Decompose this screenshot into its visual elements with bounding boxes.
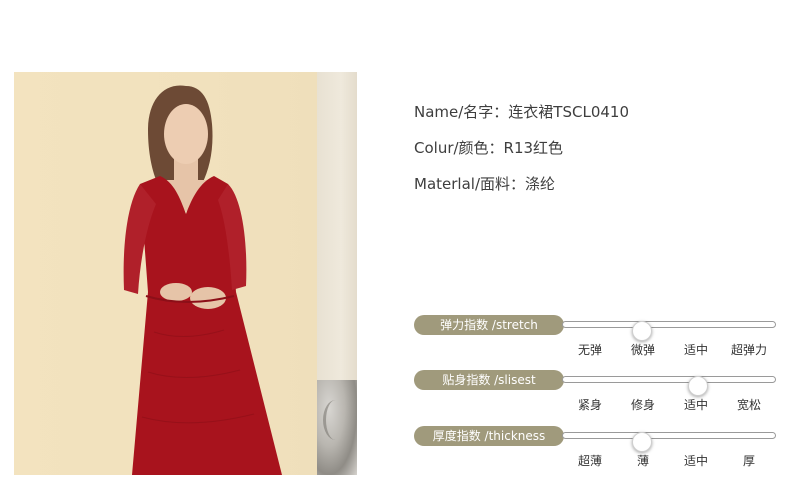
product-photo xyxy=(14,72,357,475)
fit-gauge-title: 贴身指数 /slisest xyxy=(414,370,564,390)
stretch-label-0: 无弹 xyxy=(577,343,603,357)
fit-label-3: 宽松 xyxy=(736,398,762,412)
model-illustration xyxy=(123,85,282,475)
fit-label-1: 修身 xyxy=(630,398,656,412)
product-material: Materlal/面料：涤纶 xyxy=(414,175,555,193)
product-colour: Colur/颜色：R13红色 xyxy=(414,139,564,157)
fit-gauge-knob xyxy=(688,376,708,396)
stretch-label-3: 超弹力 xyxy=(730,343,768,357)
fit-gauge-track xyxy=(562,376,776,396)
stretch-gauge-track xyxy=(562,321,776,341)
thickness-label-1: 薄 xyxy=(636,454,650,468)
stretch-label-2: 适中 xyxy=(683,343,709,357)
stretch-gauge-knob xyxy=(632,321,652,341)
thickness-label-0: 超薄 xyxy=(577,454,603,468)
stretch-label-1: 微弹 xyxy=(630,343,656,357)
product-name: Name/名字：连衣裙TSCL0410 xyxy=(414,103,629,121)
thickness-gauge-track xyxy=(562,432,776,452)
fit-label-2: 适中 xyxy=(683,398,709,412)
stretch-gauge-title: 弹力指数 /stretch xyxy=(414,315,564,335)
fit-label-0: 紧身 xyxy=(577,398,603,412)
thickness-label-2: 适中 xyxy=(683,454,709,468)
thickness-gauge: 厚度指数 /thickness 超薄 薄 适中 厚 xyxy=(414,426,776,496)
thickness-gauge-knob xyxy=(632,432,652,452)
thickness-gauge-title: 厚度指数 /thickness xyxy=(414,426,564,446)
thickness-label-3: 厚 xyxy=(742,454,756,468)
